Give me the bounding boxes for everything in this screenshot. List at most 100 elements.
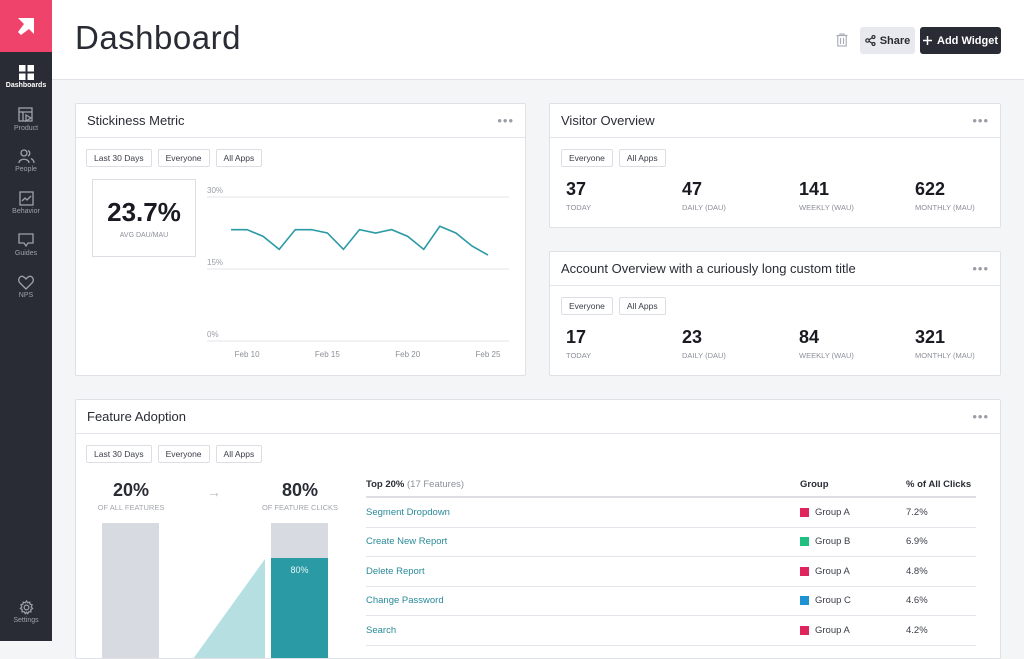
clicks-percent: 4.8% [906,566,976,577]
stat-wau: 84 WEEKLY (WAU) [799,327,854,360]
group-color-swatch [800,567,809,576]
sidebar-item-dashboards[interactable]: Dashboards [0,56,52,98]
sidebar-item-behavior[interactable]: Behavior [0,182,52,224]
adoption-funnel-shape [189,559,269,659]
card-title: Stickiness Metric [87,113,185,128]
app-filter[interactable]: All Apps [216,445,263,463]
sidebar-item-product[interactable]: Product [0,98,52,140]
feature-link[interactable]: Delete Report [366,566,425,577]
col-clicks-header[interactable]: % of All Clicks [906,479,976,490]
add-widget-button[interactable]: Add Widget [920,27,1001,54]
stat-dau: 23DAILY (DAU) [682,327,726,360]
x-tick-label: Feb 10 [235,350,260,359]
sidebar-item-label: NPS [19,292,33,299]
card-title: Feature Adoption [87,409,186,424]
account-overview-card: Account Overview with a curiously long c… [549,251,1001,376]
table-row[interactable]: Create New ReportGroup B6.9% [366,528,976,558]
arrow-right-icon: → [207,484,221,500]
segment-filter[interactable]: Everyone [561,297,613,315]
col-group-header[interactable]: Group [800,479,906,490]
group-color-swatch [800,596,809,605]
more-options-icon[interactable]: ••• [497,113,514,128]
card-header: Visitor Overview ••• [550,104,1000,138]
stat-wau: 141WEEKLY (WAU) [799,179,854,212]
y-tick-label: 30% [207,186,223,195]
add-widget-label: Add Widget [937,35,998,47]
feature-link[interactable]: Change Password [366,595,444,606]
card-header: Account Overview with a curiously long c… [550,252,1000,286]
sidebar-item-people[interactable]: People [0,140,52,182]
sidebar-item-settings[interactable]: Settings [0,591,52,633]
table-row[interactable]: Delete Report Group A 4.8% [366,557,976,587]
percent-label: OF FEATURE CLICKS [245,503,355,512]
clicks-percent: 6.9% [906,536,976,547]
group-label: Group C [815,595,851,606]
gear-icon [19,600,34,615]
product-icon [18,107,34,123]
clicks-percent: 7.2% [906,507,976,518]
stat-today: 37TODAY [566,179,591,212]
more-options-icon[interactable]: ••• [972,113,989,128]
all-features-bar [102,523,159,659]
app-filter[interactable]: All Apps [216,149,263,167]
table-row[interactable]: SearchGroup A4.2% [366,616,976,646]
segment-filter[interactable]: Everyone [158,445,210,463]
stat-label: WEEKLY (WAU) [799,351,854,360]
grid-icon [19,65,34,80]
share-button[interactable]: Share [860,27,915,54]
clicks-percent: 4.6% [906,595,976,606]
feature-link[interactable]: Search [366,625,396,636]
table-row[interactable]: Segment DropdownGroup A7.2% [366,498,976,528]
stat-value: 84 [799,327,854,348]
sidebar-item-label: Dashboards [6,82,46,89]
logo[interactable] [0,0,52,52]
group-label: Group A [815,566,850,577]
feature-link[interactable]: Segment Dropdown [366,507,450,518]
share-icon [865,35,876,46]
share-label: Share [880,35,911,47]
more-options-icon[interactable]: ••• [972,409,989,424]
delete-dashboard-button[interactable] [836,33,848,52]
stat-mau: 622MONTHLY (MAU) [915,179,975,212]
table-row[interactable]: Change Password Group C 4.6% [366,587,976,617]
segment-filter[interactable]: Everyone [158,149,210,167]
group-label: Group A [815,625,850,636]
metric-value: 23.7% [107,197,181,228]
stat-value: 47 [682,179,726,200]
metric-label: AVG DAU/MAU [120,232,169,239]
stat-value: 17 [566,327,591,348]
app-filter[interactable]: All Apps [619,149,666,167]
bar-label: 80% [290,565,308,659]
top-features-table: Top 20% (17 Features) Group % of All Cli… [366,472,976,646]
stat-value: 141 [799,179,854,200]
sidebar-item-guides[interactable]: Guides [0,224,52,266]
avg-metric-box: 23.7% AVG DAU/MAU [92,179,196,257]
feature-link[interactable]: Create New Report [366,536,447,547]
stickiness-card: Stickiness Metric ••• Last 30 Days Every… [75,103,526,376]
table-body: Segment DropdownGroup A7.2%Create New Re… [366,498,976,646]
date-range-filter[interactable]: Last 30 Days [86,445,152,463]
table-header: Top 20% (17 Features) Group % of All Cli… [366,472,976,498]
heart-icon [18,275,34,290]
people-icon [18,149,35,164]
sidebar-item-label: Product [14,125,38,132]
group-color-swatch [800,537,809,546]
more-options-icon[interactable]: ••• [972,261,989,276]
date-range-filter[interactable]: Last 30 Days [86,149,152,167]
clicks-percent: 80% OF FEATURE CLICKS [245,480,355,512]
stat-label: DAILY (DAU) [682,203,726,212]
sidebar-item-label: Settings [13,617,38,624]
feature-clicks-bar: 80% [271,523,328,659]
app-filter[interactable]: All Apps [619,297,666,315]
percent-value: 80% [245,480,355,501]
card-title: Visitor Overview [561,113,655,128]
sidebar-item-label: People [15,166,37,173]
table-head-sub: (17 Features) [407,479,464,490]
percent-label: OF ALL FEATURES [76,503,186,512]
sidebar-item-nps[interactable]: NPS [0,266,52,308]
segment-filter[interactable]: Everyone [561,149,613,167]
card-header: Feature Adoption ••• [76,400,1000,434]
stat-value: 37 [566,179,591,200]
group-color-swatch [800,626,809,635]
guides-icon [18,233,34,248]
